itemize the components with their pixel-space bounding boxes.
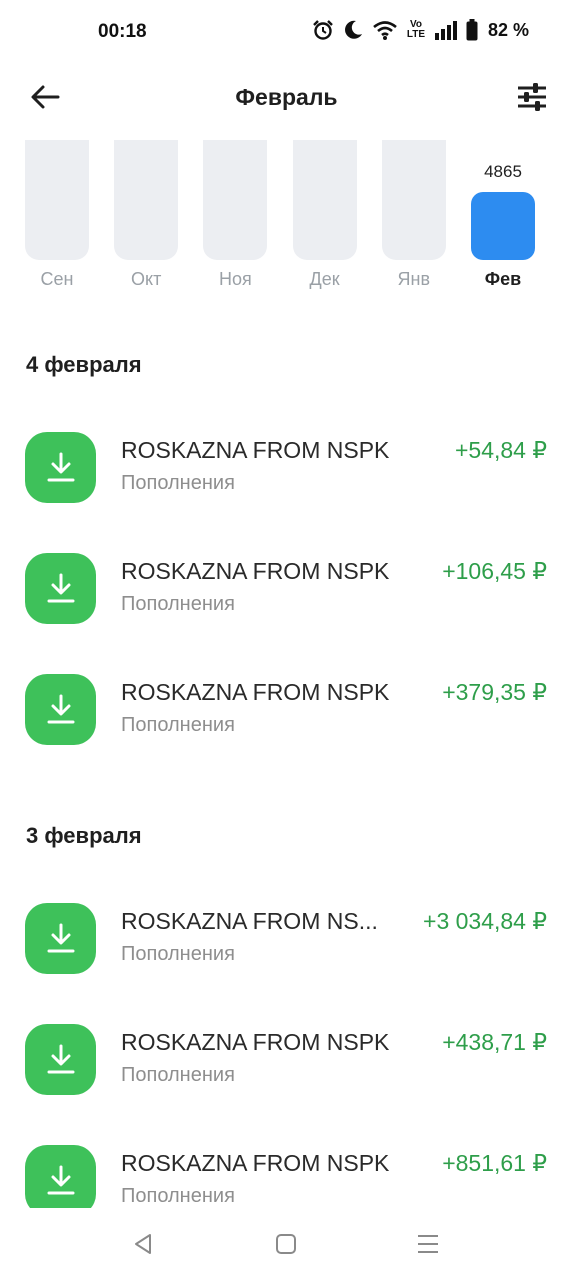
nav-menu-button[interactable] [414,1230,442,1258]
chart-tick-label: Дек [309,269,340,289]
battery-icon [466,19,478,41]
transaction-icon [25,553,96,624]
nav-home-button[interactable] [272,1230,300,1258]
section-date-heading: 3 февраля [26,823,142,848]
status-time: 00:18 [98,21,147,42]
transaction-category: Пополнения [121,943,235,965]
nav-back-button[interactable] [130,1230,158,1258]
transaction-category: Пополнения [121,714,235,736]
battery-percent: 82 % [487,19,529,40]
wifi-icon [373,21,397,40]
transaction-name: ROSKAZNA FROM NSPK [121,679,390,705]
chart-bar [25,140,89,260]
transaction-icon [25,1024,96,1095]
download-icon [47,573,75,603]
transaction-amount: +54,84 ₽ [454,437,547,463]
system-nav-bar [0,1208,573,1280]
transaction-category: Пополнения [121,472,235,494]
chart-bar [203,140,268,260]
monthly-bar-chart: Сен Окт Ноя Дек Янв 4865 Фев [25,140,540,300]
transaction-row[interactable]: ROSKAZNA FROM NSPK Пополнения +379,35 ₽ [0,674,573,758]
chart-bar-column[interactable]: Дек [292,140,357,300]
download-icon [47,923,75,953]
signal-icon [434,21,457,40]
chart-bar [292,140,357,260]
transaction-row[interactable]: ROSKAZNA FROM NSPK Пополнения +54,84 ₽ [0,432,573,516]
alarm-icon [313,20,333,40]
transaction-amount: +851,61 ₽ [442,1150,547,1176]
chart-bar-column[interactable]: Ноя [203,140,268,300]
transaction-row[interactable]: ROSKAZNA FROM NS... Пополнения +3 034,84 ₽ [0,903,573,987]
page-title: Февраль [235,84,338,110]
chart-tick-label: Ноя [219,269,252,289]
do-not-disturb-moon-icon [345,20,362,39]
sliders-icon [518,83,546,111]
chart-tick-label: Янв [397,269,431,289]
chart-bar [114,140,179,260]
transaction-name: ROSKAZNA FROM NS... [121,908,378,934]
chart-bar-column[interactable]: Окт [114,140,179,300]
transaction-amount: +438,71 ₽ [442,1029,547,1055]
nav-back-icon [135,1234,151,1254]
chart-bar-column[interactable]: 4865 Фев [471,140,535,300]
nav-home-icon [276,1234,296,1254]
transaction-name: ROSKAZNA FROM NSPK [121,437,390,463]
transaction-icon [25,903,96,974]
chart-tick-label: Фев [484,269,522,289]
transaction-name: ROSKAZNA FROM NSPK [121,1150,390,1176]
transaction-amount: +106,45 ₽ [442,558,547,584]
filter-button[interactable] [515,80,549,114]
transaction-category: Пополнения [121,593,235,615]
transaction-amount: +3 034,84 ₽ [423,908,547,934]
transaction-icon [25,674,96,745]
transaction-amount: +379,35 ₽ [442,679,547,705]
section-date-heading: 4 февраля [26,352,142,377]
chart-bar-column[interactable]: Янв [381,140,446,300]
download-icon [47,694,75,724]
chart-tick-label: Сен [40,269,74,289]
download-icon [47,1165,75,1195]
status-bar: 00:18 Vo LTE 82 % [0,0,573,64]
chart-bar-value: 4865 [484,162,522,181]
transaction-row[interactable]: ROSKAZNA FROM NSPK Пополнения +106,45 ₽ [0,553,573,637]
volte-icon: Vo LTE [406,19,426,40]
transaction-icon [25,432,96,503]
app-header: Февраль [0,64,573,130]
transaction-row[interactable]: ROSKAZNA FROM NSPK Пополнения +438,71 ₽ [0,1024,573,1108]
download-icon [47,1044,75,1074]
chart-bar [381,140,446,260]
transaction-name: ROSKAZNA FROM NSPK [121,558,390,584]
transaction-icon [25,1145,96,1216]
download-icon [47,452,75,482]
status-icons: Vo LTE 82 % [312,19,529,41]
chart-bar-column[interactable]: Сен [25,140,89,300]
transaction-category: Пополнения [121,1064,235,1086]
nav-menu-icon [418,1235,438,1253]
chart-bar [471,192,535,260]
transaction-category: Пополнения [121,1185,235,1207]
chart-tick-label: Окт [131,269,162,289]
transaction-name: ROSKAZNA FROM NSPK [121,1029,390,1055]
